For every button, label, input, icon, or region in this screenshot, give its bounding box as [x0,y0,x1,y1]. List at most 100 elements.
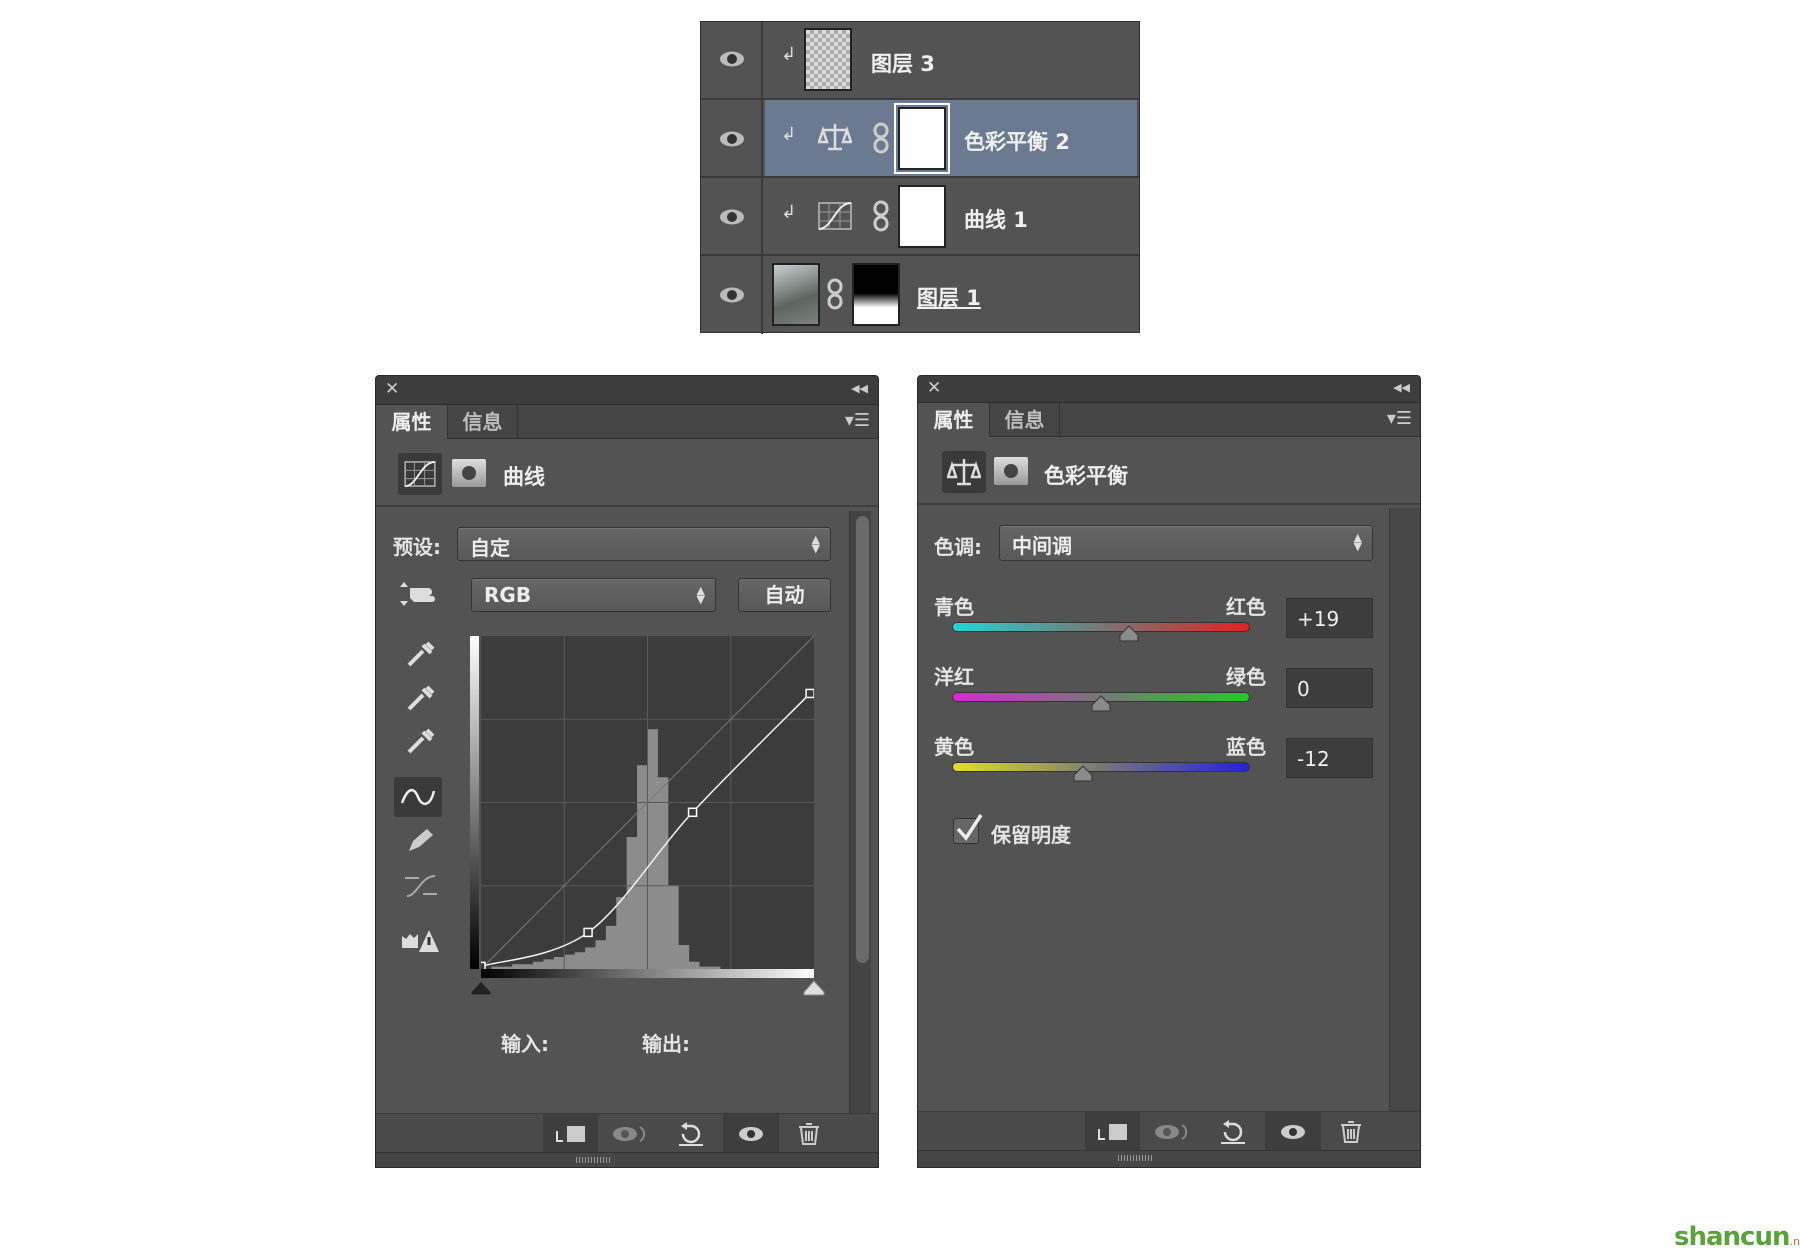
mask-button[interactable] [994,457,1028,485]
color-slider-thumb[interactable] [1091,695,1111,712]
clip-arrow-icon: ↲ [781,202,797,223]
eye-icon[interactable] [719,208,745,226]
eye-previous-icon [613,1125,646,1142]
clip-to-layer-button[interactable] [1085,1112,1140,1151]
slider-left-label: 黄色 [934,735,974,759]
link-icon [873,122,889,154]
layer-row[interactable]: ↲ 图层 3 [701,22,1139,100]
black-point-eyedropper[interactable] [398,637,444,671]
slider-value-field[interactable]: 0 [1286,668,1373,708]
eyedropper-icon [407,728,435,754]
clip-arrow-icon: ↲ [781,44,797,65]
curves-graph[interactable] [481,636,814,969]
layer-mask-thumbnail [898,185,946,248]
watermark-text: shancun [1674,1222,1790,1252]
tab-info[interactable]: 信息 [448,405,518,439]
on-image-adjust-icon[interactable] [398,578,440,610]
tab-properties[interactable]: 属性 [918,403,990,437]
layer-mask-thumbnail [852,263,900,326]
gray-point-eyedropper[interactable] [398,681,444,715]
curves-icon [404,461,436,487]
panel-menu-icon[interactable]: ▾☰ [1387,408,1412,429]
slider-left-label: 洋红 [934,665,974,689]
preset-select[interactable]: 自定 ▲ ▼ [457,527,831,561]
clipping-warning-toggle[interactable] [398,923,444,957]
curve-control-point[interactable] [687,807,698,818]
color-slider-track[interactable] [953,623,1249,631]
clip-to-layer-button[interactable] [543,1114,598,1153]
color-slider-thumb[interactable] [1119,625,1139,642]
collapse-icon[interactable]: ◀◀ [851,382,868,395]
preserve-luminosity-label: 保留明度 [991,823,1071,847]
preset-value: 自定 [470,536,510,560]
color-slider-track[interactable] [953,763,1249,771]
layer-name: 色彩平衡 2 [964,130,1070,154]
black-point-slider[interactable] [470,980,492,996]
channel-select[interactable]: RGB ▲ ▼ [471,578,716,612]
white-point-eyedropper[interactable] [398,724,444,758]
delete-button[interactable] [1326,1112,1376,1151]
smooth-curve-icon [405,875,437,897]
reset-button[interactable] [1210,1112,1255,1151]
curves-adjustment-button[interactable] [398,453,442,495]
eyedropper-icon [407,685,435,711]
curve-point-icon [400,789,436,805]
close-icon[interactable]: ✕ [385,379,399,399]
color-balance-properties-panel: ✕ ◀◀ 属性 信息 ▾☰ 色彩平衡 色调: 中间调 ▲ ▼ 青色 红色 +19 洋红… [917,375,1421,1168]
clip-arrow-icon: ↲ [781,124,797,145]
channel-value: RGB [484,583,532,607]
color-slider-thumb[interactable] [1073,765,1093,782]
view-previous-button[interactable] [604,1114,654,1153]
eye-icon[interactable] [719,50,745,68]
reset-icon [1220,1119,1245,1144]
checkmark-icon [956,814,983,841]
slider-right-label: 蓝色 [1226,735,1266,759]
view-previous-button[interactable] [1146,1112,1196,1151]
layer-row-selected[interactable]: ↲ 色彩平衡 2 [701,100,1139,178]
edit-points-tool[interactable] [394,777,442,817]
panel-menu-icon[interactable]: ▾☰ [845,410,870,431]
tone-label: 色调: [934,535,982,559]
toggle-visibility-button[interactable] [723,1114,779,1153]
tone-select[interactable]: 中间调 ▲ ▼ [999,525,1373,561]
output-label: 输出: [642,1032,690,1056]
curve-control-point[interactable] [583,927,593,938]
scrollbar[interactable] [849,511,871,1113]
reset-button[interactable] [668,1114,713,1153]
scrollbar[interactable] [1389,508,1420,1111]
preserve-luminosity-checkbox[interactable] [953,814,983,844]
watermark-sub: .net [1789,1235,1800,1248]
slider-value-field[interactable]: +19 [1286,598,1373,638]
layer-row[interactable]: ↲ 曲线 1 [701,178,1139,256]
pencil-tool[interactable] [398,823,444,857]
link-icon [827,278,843,310]
clip-layer-icon [555,1125,585,1142]
close-icon[interactable]: ✕ [927,378,941,398]
slider-left-label: 青色 [934,595,974,619]
curve-control-point[interactable] [805,688,814,699]
scrollbar-thumb[interactable] [856,516,869,963]
slider-value-field[interactable]: -12 [1286,738,1373,778]
collapse-icon[interactable]: ◀◀ [1393,381,1410,394]
input-gradient-bar [481,969,814,978]
eyedropper-icon [407,641,435,667]
resize-handle[interactable] [918,1150,1420,1167]
layer-thumbnail [804,28,852,91]
color-balance-adjustment-button[interactable] [942,451,986,493]
smooth-tool[interactable] [398,869,444,903]
mask-button[interactable] [452,459,486,487]
watermark-logo: shancun.net [1674,1222,1800,1252]
auto-button[interactable]: 自动 [738,578,831,612]
eye-icon [1281,1124,1305,1139]
eye-icon [739,1126,763,1141]
white-point-slider[interactable] [803,980,825,996]
eye-icon[interactable] [719,286,745,304]
tab-info[interactable]: 信息 [990,403,1060,437]
curve-control-point[interactable] [481,961,486,969]
tab-properties[interactable]: 属性 [376,405,448,439]
layer-row[interactable]: 图层 1 [701,256,1139,334]
delete-button[interactable] [784,1114,834,1153]
toggle-visibility-button[interactable] [1265,1112,1321,1151]
eye-icon[interactable] [719,130,745,148]
resize-handle[interactable] [376,1152,878,1167]
